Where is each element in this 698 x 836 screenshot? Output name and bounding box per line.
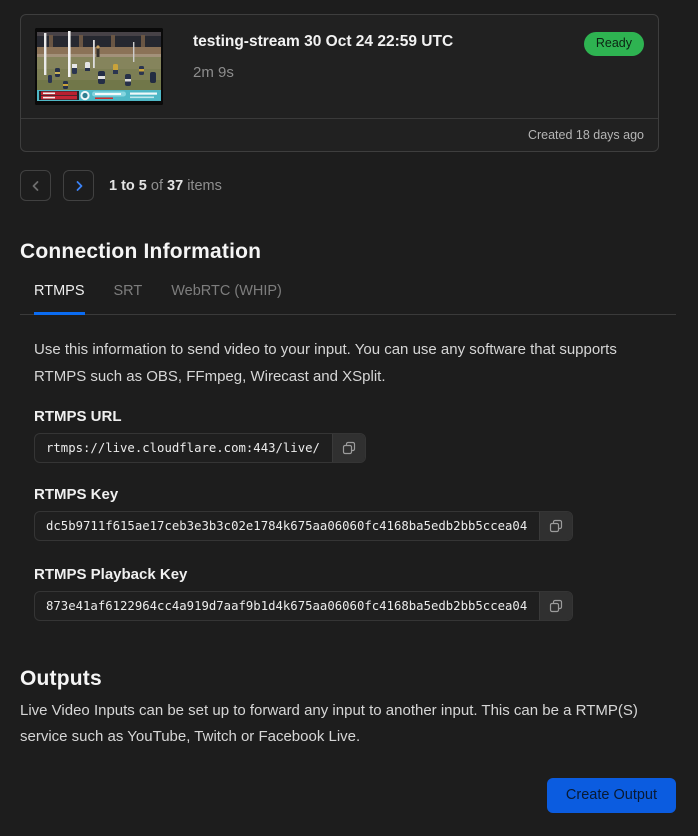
rtmps-url-copy-button[interactable] (331, 434, 365, 462)
rtmps-playback-key-copy-button[interactable] (539, 592, 573, 620)
prev-page-button[interactable] (20, 170, 51, 201)
chevron-right-icon (76, 180, 82, 191)
copy-icon (550, 599, 563, 613)
pagination-of: of (150, 177, 163, 194)
connection-description: Use this information to send video to yo… (34, 341, 617, 385)
pagination-status: 1 to 5 of 37 items (109, 178, 222, 194)
rtmps-key-field: dc5b9711f615ae17ceb3e3b3c02e1784k675aa06… (34, 511, 574, 541)
copy-icon (342, 441, 356, 455)
video-title[interactable]: testing-stream 30 Oct 24 22:59 UTC (193, 33, 584, 51)
copy-icon (550, 519, 563, 533)
video-info: testing-stream 30 Oct 24 22:59 UTC 2m 9s (193, 28, 584, 81)
status-badge: Ready (583, 32, 644, 56)
outputs-actions: Create Output (20, 777, 676, 813)
pagination: 1 to 5 of 37 items (20, 170, 676, 201)
rtmps-url-field: rtmps://live.cloudflare.com:443/live/ (34, 433, 366, 463)
video-created-label: Created 18 days ago (21, 118, 658, 151)
outputs-heading: Outputs (20, 667, 102, 690)
connection-panel: Use this information to send video to yo… (20, 336, 676, 621)
rtmps-key-value[interactable]: dc5b9711f615ae17ceb3e3b3c02e1784k675aa06… (35, 512, 539, 540)
pagination-total: 37 (167, 177, 184, 194)
create-output-button[interactable]: Create Output (546, 777, 676, 813)
page: testing-stream 30 Oct 24 22:59 UTC 2m 9s… (0, 0, 698, 813)
video-card-body: testing-stream 30 Oct 24 22:59 UTC 2m 9s… (21, 15, 658, 118)
tab-srt[interactable]: SRT (114, 275, 143, 315)
chevron-left-icon (32, 180, 38, 191)
connection-tabs: RTMPS SRT WebRTC (WHIP) (20, 275, 676, 315)
outputs-description: Live Video Inputs can be set up to forwa… (20, 702, 638, 746)
pagination-items: items (187, 177, 222, 194)
pagination-range: 1 to 5 (109, 177, 147, 194)
tab-rtmps[interactable]: RTMPS (34, 275, 85, 315)
rtmps-key-label: RTMPS Key (34, 486, 119, 503)
connection-information-heading: Connection Information (20, 240, 262, 263)
rtmps-url-value[interactable]: rtmps://live.cloudflare.com:443/live/ (35, 434, 332, 462)
rtmps-playback-key-value[interactable]: 873e41af6122964cc4a919d7aaf9b1d4k675aa06… (35, 592, 539, 620)
tab-webrtc-whip[interactable]: WebRTC (WHIP) (171, 275, 282, 315)
rtmps-key-copy-button[interactable] (539, 512, 573, 540)
rtmps-playback-key-label: RTMPS Playback Key (34, 566, 188, 583)
rtmps-playback-key-field: 873e41af6122964cc4a919d7aaf9b1d4k675aa06… (34, 591, 574, 621)
video-thumbnail[interactable] (35, 28, 163, 105)
video-thumbnail-image (35, 28, 163, 105)
next-page-button[interactable] (63, 170, 94, 201)
video-duration: 2m 9s (193, 64, 234, 81)
rtmps-url-label: RTMPS URL (34, 408, 122, 425)
video-card[interactable]: testing-stream 30 Oct 24 22:59 UTC 2m 9s… (20, 14, 659, 152)
